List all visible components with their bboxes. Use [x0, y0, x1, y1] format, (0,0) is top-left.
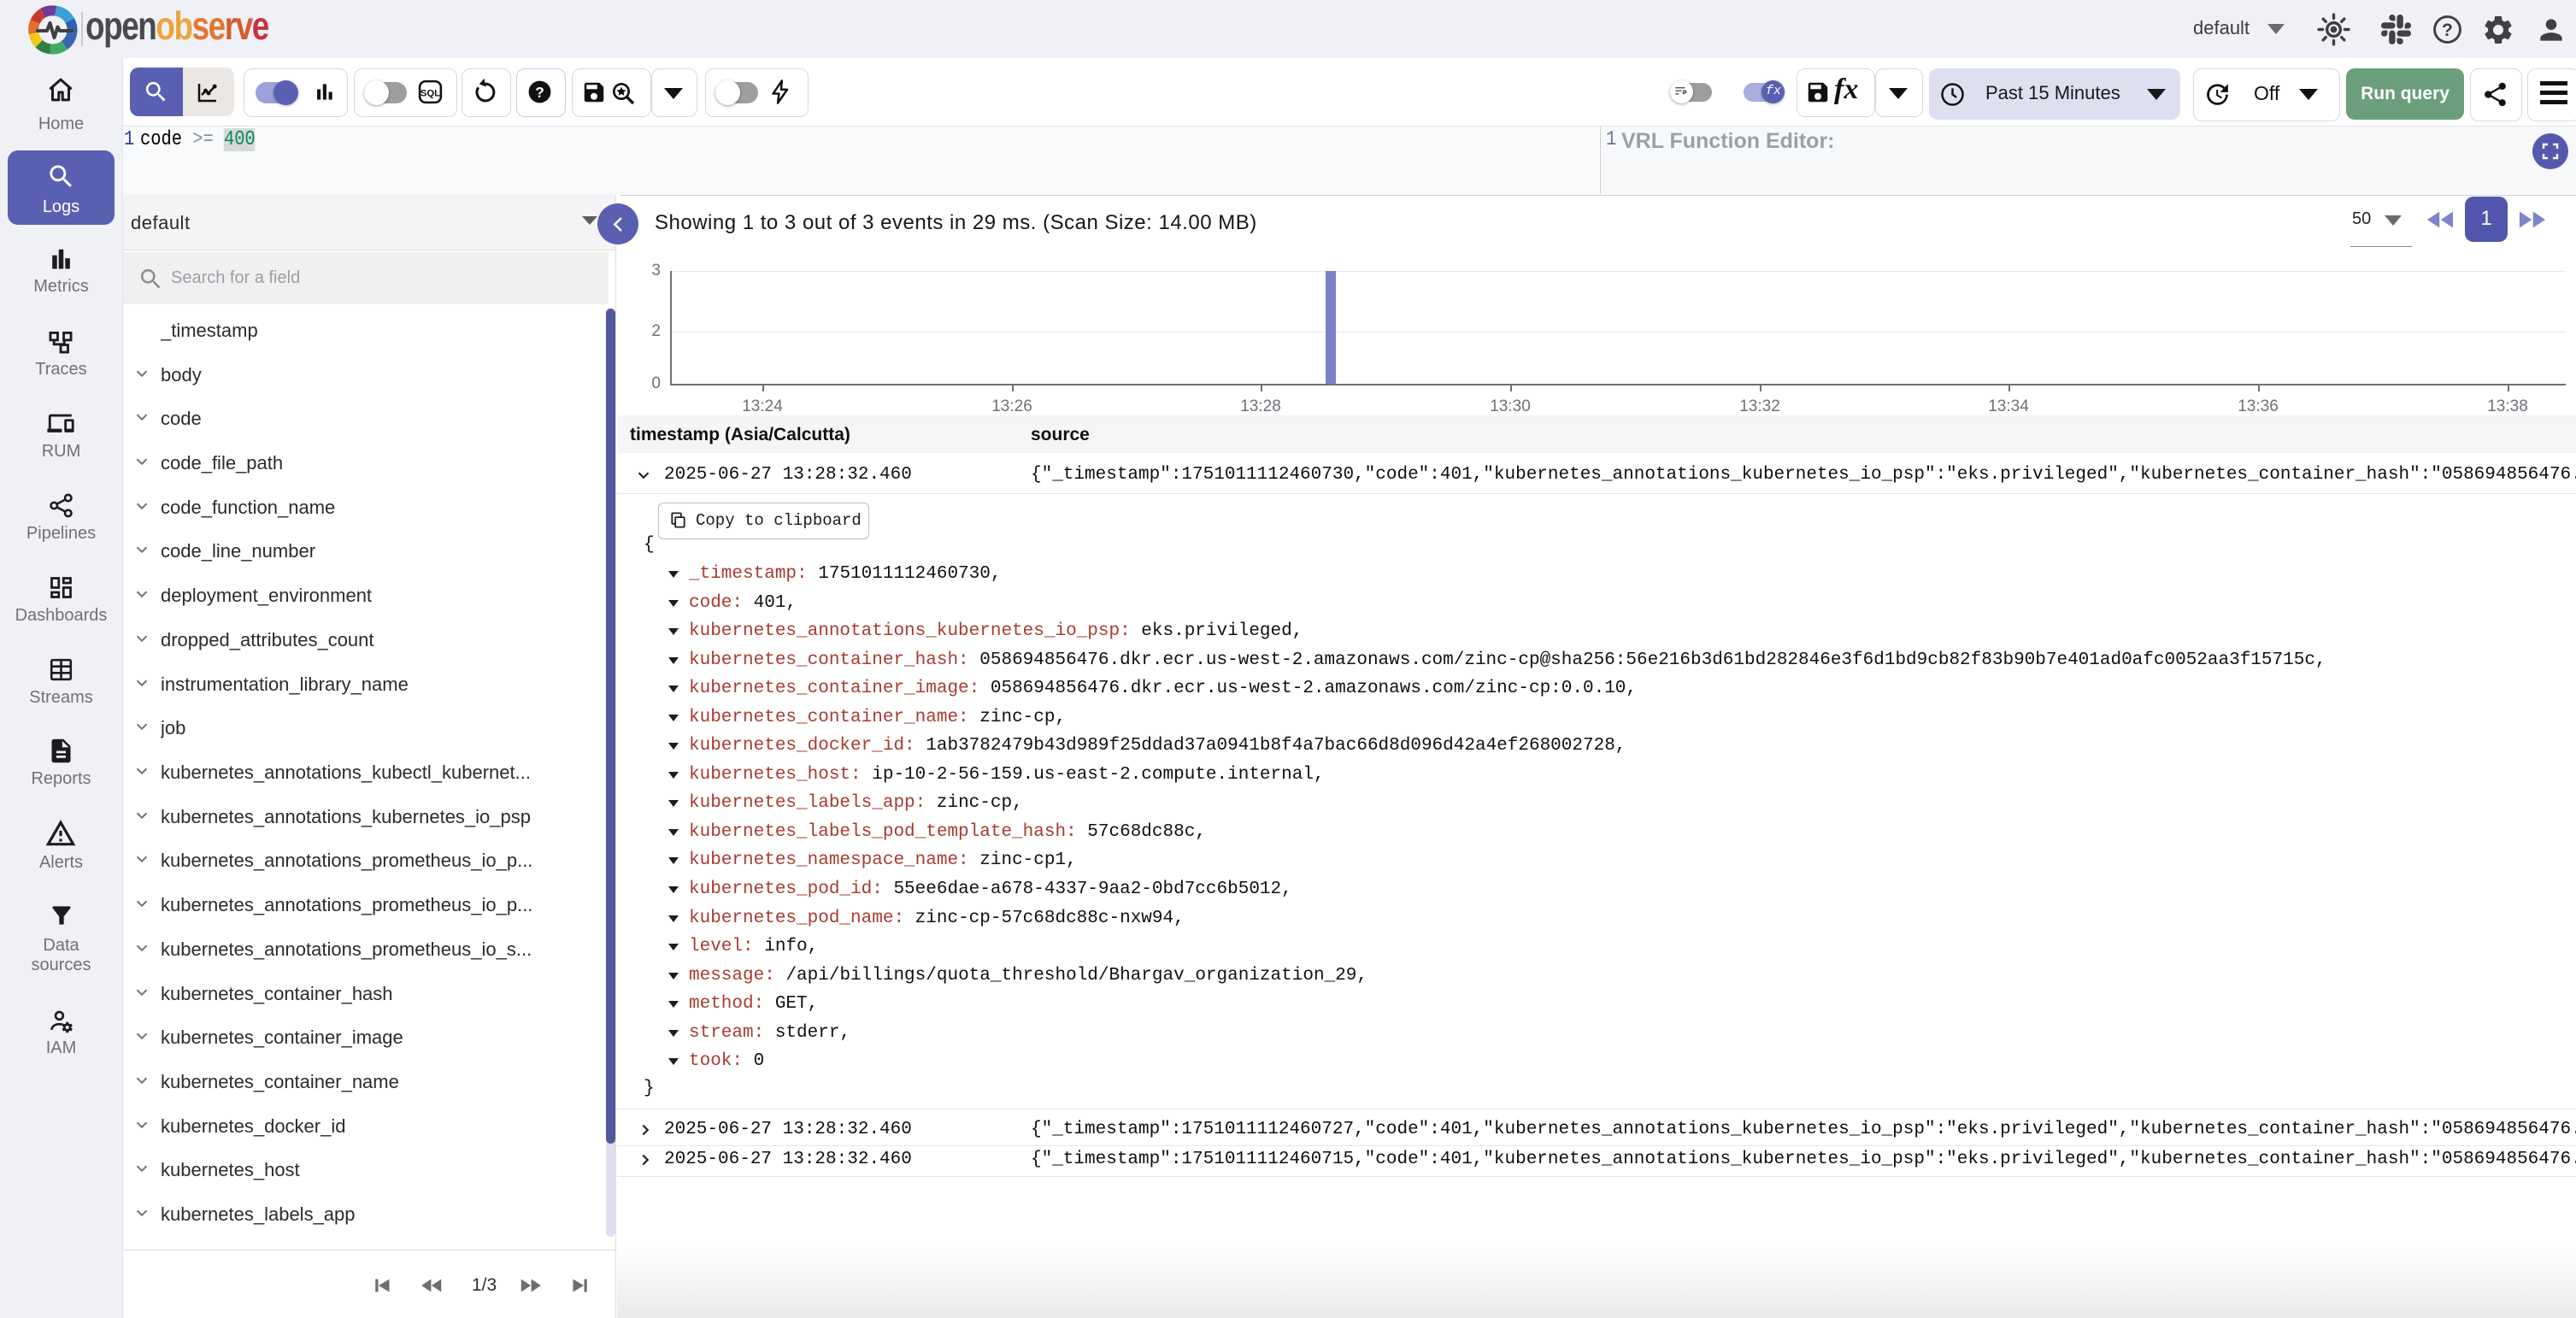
- svg-text:?: ?: [2442, 21, 2453, 40]
